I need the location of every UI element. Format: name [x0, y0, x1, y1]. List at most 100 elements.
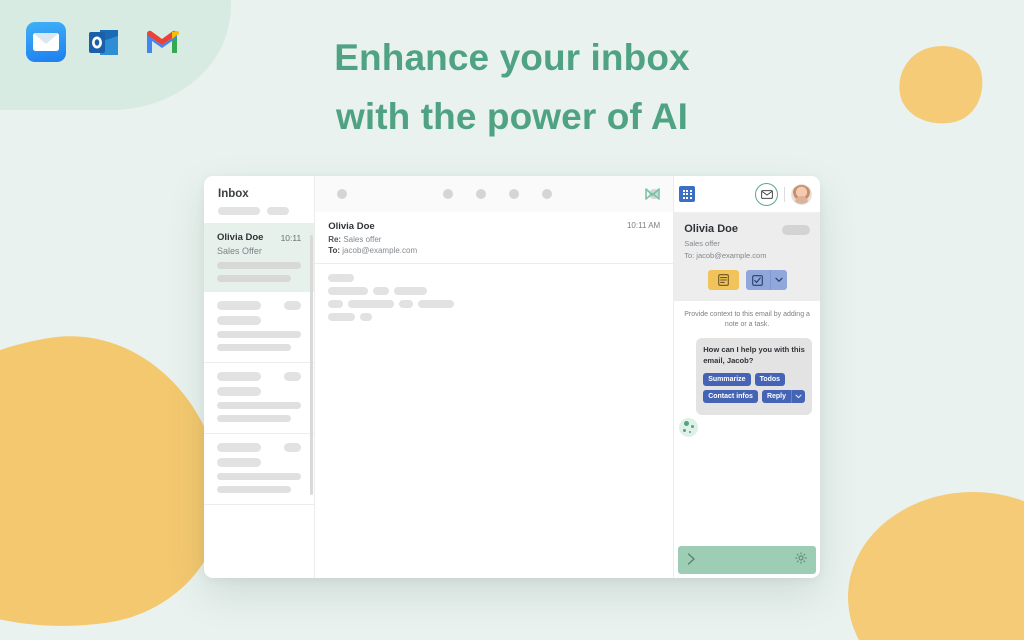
detail-subject-row: Re: Sales offer [328, 235, 660, 244]
ai-action-buttons [684, 270, 810, 290]
toolbar-divider [784, 186, 785, 202]
placeholder-line [217, 402, 302, 409]
placeholder-pill [218, 207, 260, 215]
ai-panel-toolbar [674, 176, 820, 213]
headline-line-2: with the power of AI [335, 96, 689, 138]
chevron-down-icon[interactable] [791, 389, 805, 403]
quick-action-contact-infos[interactable]: Contact infos [703, 389, 758, 403]
placeholder-line [217, 473, 302, 480]
placeholder-subject [217, 458, 261, 467]
quick-action-summarize[interactable]: Summarize [703, 372, 751, 386]
placeholder-line [217, 331, 302, 338]
detail-to-address: jacob@example.com [342, 246, 418, 255]
placeholder-line [328, 313, 356, 321]
envelope-icon[interactable] [755, 182, 778, 206]
grid-apps-icon[interactable] [679, 186, 696, 202]
chevron-down-icon[interactable] [769, 270, 787, 290]
detail-to-row: To: jacob@example.com [328, 246, 660, 255]
placeholder-line [328, 300, 344, 308]
placeholder-line [328, 287, 369, 295]
placeholder-badge [782, 225, 810, 235]
add-task-button-group [745, 270, 787, 290]
placeholder-time [284, 372, 302, 381]
yellow-blob-bottom-right [848, 492, 1024, 640]
toolbar-dot[interactable] [476, 189, 487, 199]
email-body-placeholder [315, 264, 673, 578]
supported-apps-row [26, 22, 182, 62]
inbox-header: Inbox [204, 176, 314, 223]
placeholder-line [217, 415, 292, 422]
placeholder-line [399, 300, 414, 308]
ai-molecule-icon [679, 417, 699, 437]
ai-contact-subject: Sales offer [684, 239, 720, 248]
list-item-selected-email[interactable]: Olivia Doe 10:11 Sales Offer [204, 223, 315, 292]
placeholder-sender [217, 443, 261, 452]
placeholder-subject [217, 387, 261, 396]
placeholder-line [217, 344, 292, 351]
ai-contact-name: Olivia Doe [684, 223, 738, 235]
email-detail-column: Olivia Doe 10:11 AM Re: Sales offer To: … [315, 176, 674, 578]
ai-chat-area: How can I help you with this email, Jaco… [674, 330, 820, 546]
ai-chat-bubble: How can I help you with this email, Jaco… [696, 338, 812, 415]
mailbutler-m-logo-icon [644, 187, 661, 206]
placeholder-time [284, 301, 302, 310]
placeholder-line [373, 287, 390, 295]
quick-action-todos[interactable]: Todos [754, 372, 786, 386]
inbox-scrollbar[interactable] [309, 235, 313, 495]
placeholder-line [217, 486, 292, 493]
ai-chat-message: How can I help you with this email, Jaco… [703, 345, 805, 365]
mail-sender: Olivia Doe [217, 232, 264, 243]
mail-preview-line [217, 275, 292, 282]
list-item[interactable] [204, 292, 315, 363]
email-toolbar [315, 176, 674, 212]
detail-sender: Olivia Doe [328, 221, 375, 232]
outlook-icon [84, 22, 124, 62]
user-avatar[interactable] [791, 183, 812, 205]
inbox-mail-list[interactable]: Olivia Doe 10:11 Sales Offer [204, 223, 315, 578]
inbox-column: Inbox Olivia Doe 10:11 Sales Offer [204, 176, 316, 578]
mail-subject: Sales Offer [217, 246, 262, 256]
add-task-button[interactable] [745, 270, 770, 290]
placeholder-line [360, 313, 373, 321]
toolbar-dot[interactable] [509, 189, 520, 199]
mail-time: 10:11 [280, 232, 302, 243]
placeholder-line [328, 274, 355, 282]
placeholder-subject [217, 316, 261, 325]
placeholder-time [284, 443, 302, 452]
promo-canvas: Enhance your inbox with the power of AI … [0, 0, 1024, 640]
list-item[interactable] [204, 434, 315, 505]
list-item[interactable] [204, 363, 315, 434]
ai-input-bar[interactable] [678, 546, 816, 574]
headline-line-1: Enhance your inbox [334, 37, 690, 78]
inbox-title: Inbox [218, 188, 249, 200]
ai-hint-text: Provide context to this email by adding … [684, 311, 810, 329]
toolbar-dot[interactable] [443, 189, 454, 199]
ai-assistant-panel: Olivia Doe Sales offer To: jacob@example… [673, 176, 820, 578]
placeholder-line [394, 287, 428, 295]
ai-contact-to: To: jacob@example.com [684, 251, 767, 260]
ai-contact-summary: Olivia Doe Sales offer To: jacob@example… [674, 213, 820, 301]
email-app-window: Inbox Olivia Doe 10:11 Sales Offer Olivi… [204, 176, 820, 578]
placeholder-sender [217, 372, 261, 381]
placeholder-sender [217, 301, 261, 310]
chevron-right-icon[interactable] [687, 553, 696, 567]
toolbar-dot[interactable] [337, 189, 348, 199]
detail-time: 10:11 AM [626, 221, 661, 230]
yellow-blob-bottom-left [0, 317, 239, 640]
email-detail-header: Olivia Doe 10:11 AM Re: Sales offer To: … [315, 212, 674, 264]
toolbar-dot[interactable] [542, 189, 553, 199]
quick-action-reply-group: Reply [761, 389, 805, 403]
detail-subject-prefix: Re: [328, 235, 342, 244]
inbox-filter-placeholders [218, 207, 300, 215]
detail-subject: Sales offer [343, 235, 382, 244]
quick-action-reply[interactable]: Reply [761, 389, 791, 403]
gear-icon[interactable] [795, 551, 807, 569]
mail-preview-line [217, 262, 302, 269]
detail-to-prefix: To: [328, 246, 341, 255]
apple-mail-icon [26, 22, 66, 62]
placeholder-line [418, 300, 455, 308]
add-note-button[interactable] [707, 270, 739, 290]
placeholder-line [348, 300, 395, 308]
placeholder-pill [267, 207, 289, 215]
gmail-icon [142, 22, 182, 62]
